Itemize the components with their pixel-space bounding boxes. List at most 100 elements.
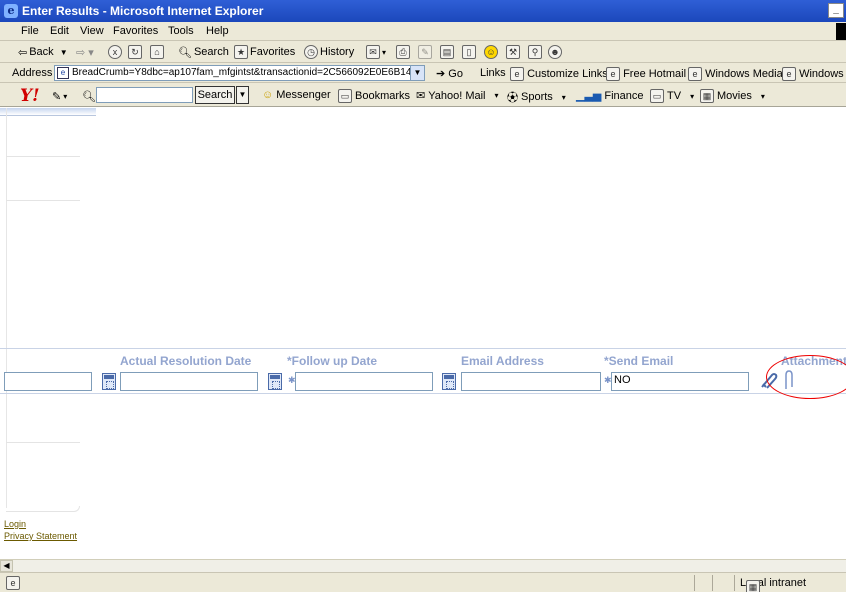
horizontal-scrollbar[interactable]: ◀	[0, 559, 846, 572]
yahoo-messenger[interactable]: ☺ Messenger	[262, 89, 331, 101]
go-label: Go	[448, 68, 463, 80]
link-customize-links[interactable]: e Customize Links	[510, 67, 608, 81]
forward-button[interactable]: ⇨ ▾	[76, 44, 94, 60]
yahoo-bookmarks[interactable]: ▭ Bookmarks	[338, 89, 410, 103]
history-button[interactable]: ◷ History	[304, 44, 354, 60]
menu-view[interactable]: View	[80, 25, 104, 37]
calendar-icon[interactable]	[102, 373, 116, 390]
home-icon: ⌂	[150, 45, 164, 59]
calendar-icon[interactable]	[268, 373, 282, 390]
go-button[interactable]: ➔ Go	[436, 67, 463, 80]
follow-up-date-field[interactable]	[295, 372, 433, 391]
yahoo-messenger-button[interactable]: ☺	[484, 44, 498, 60]
yahoo-movies[interactable]: ▦ Movies ▾	[700, 89, 765, 103]
annotation-red-circle	[766, 355, 846, 399]
email-address-field[interactable]	[461, 372, 601, 391]
edit-button[interactable]: ✎	[418, 44, 432, 60]
search-label: Search	[193, 46, 229, 58]
menu-bar: File Edit View Favorites Tools Help	[0, 22, 846, 41]
research-icon: ▯	[462, 45, 476, 59]
sidebar-panel-end	[6, 506, 80, 512]
menu-favorites[interactable]: Favorites	[113, 25, 158, 37]
history-label: History	[320, 46, 355, 58]
refresh-button[interactable]: ↻	[128, 44, 142, 60]
print-icon: ⎙	[396, 45, 410, 59]
search-button[interactable]: 🔍︎ Search	[178, 44, 229, 60]
window-title: Enter Results - Microsoft Internet Explo…	[22, 4, 264, 18]
status-divider	[712, 575, 713, 591]
link-label: Windows	[799, 68, 844, 80]
link-free-hotmail[interactable]: e Free Hotmail	[606, 67, 686, 81]
yahoo-search-button[interactable]: Search	[195, 86, 235, 104]
address-input[interactable]: e BreadCrumb=Y8dbc=ap107fam_mfgintst&tra…	[54, 65, 425, 81]
back-button[interactable]: ⇦ Back ▼	[18, 44, 68, 60]
calendar-icon[interactable]	[442, 373, 456, 390]
throbber-edge	[836, 23, 846, 40]
ball-icon: ⚽︎	[507, 92, 518, 104]
home-button[interactable]: ⌂	[150, 44, 164, 60]
film-icon: ▦	[700, 89, 714, 103]
search-icon: 🔍︎	[178, 46, 192, 59]
menu-help[interactable]: Help	[206, 25, 229, 37]
scroll-left-icon[interactable]: ◀	[0, 560, 13, 572]
link-windows[interactable]: e Windows	[782, 67, 844, 81]
address-bar: Address e BreadCrumb=Y8dbc=ap107fam_mfgi…	[0, 63, 846, 83]
link-label: Free Hotmail	[623, 68, 687, 80]
link-page-icon: e	[782, 67, 796, 81]
link-page-icon: e	[510, 67, 524, 81]
stop-button[interactable]: x	[108, 44, 122, 60]
yahoo-search-dropdown[interactable]: ▼	[236, 86, 249, 104]
send-email-label: *Send Email	[604, 354, 674, 368]
standard-toolbar: ⇦ Back ▼ ⇨ ▾ x ↻ ⌂ 🔍︎ Search ★ Favorites…	[0, 41, 846, 63]
chart-icon: ▁▃▅	[576, 90, 602, 102]
page-status-icon: e	[6, 576, 20, 590]
link-windows-media[interactable]: e Windows Media	[688, 67, 783, 81]
actual-resolution-date-label: Actual Resolution Date	[120, 354, 252, 368]
links-label: Links	[480, 67, 506, 79]
previous-date-field[interactable]	[4, 372, 92, 391]
yahoo-finance[interactable]: ▁▃▅Finance▾	[576, 89, 657, 103]
login-link[interactable]: Login	[4, 518, 77, 530]
yahoo-item-label: Yahoo! Mail	[428, 89, 486, 102]
highlighter-button[interactable]: ✎ ▾	[52, 88, 67, 104]
link-label: Windows Media	[705, 68, 783, 80]
sidebar-divider	[6, 442, 80, 443]
address-dropdown-button[interactable]: ▼	[410, 65, 425, 81]
send-email-field[interactable]: NO	[611, 372, 749, 391]
yahoo-sports[interactable]: ⚽︎ Sports ▾	[507, 89, 566, 105]
tools-button[interactable]: ⚒	[506, 44, 520, 60]
mail-icon: ✉	[366, 45, 380, 59]
yahoo-tv[interactable]: ▭ TV ▾	[650, 89, 694, 103]
yahoo-logo[interactable]: Y!	[20, 86, 40, 106]
user-button[interactable]: ☻	[548, 44, 562, 60]
actual-resolution-date-field[interactable]	[120, 372, 258, 391]
address-url: BreadCrumb=Y8dbc=ap107fam_mfgintst&trans…	[72, 67, 417, 78]
back-arrow-icon: ⇦	[18, 46, 28, 59]
yahoo-item-label: Sports	[521, 91, 553, 103]
follow-up-date-label: *Follow up Date	[287, 354, 377, 368]
yahoo-toolbar: Y! ✎ ▾ 🔍︎ Search ▼ ☺ Messenger ▭ Bookmarks …	[0, 83, 846, 107]
research-button[interactable]: ▯	[462, 44, 476, 60]
stop-icon: x	[108, 45, 122, 59]
mail-button[interactable]: ✉ ▾	[366, 44, 386, 60]
minimize-button[interactable]: _	[828, 3, 844, 18]
yahoo-mail[interactable]: ✉ Yahoo! Mail ▾	[416, 89, 499, 103]
yahoo-item-label: Finance	[604, 89, 644, 102]
left-rule	[6, 108, 7, 508]
sidebar-divider	[6, 156, 80, 157]
print-button[interactable]: ⎙	[396, 44, 410, 60]
privacy-statement-link[interactable]: Privacy Statement	[4, 530, 77, 542]
status-divider	[734, 575, 735, 591]
forward-arrow-icon: ⇨ ▾	[76, 46, 94, 59]
favorites-button[interactable]: ★ Favorites	[234, 44, 295, 60]
email-address-label: Email Address	[461, 354, 544, 368]
menu-file[interactable]: File	[21, 25, 39, 37]
page-content: Actual Resolution Date *Follow up Date E…	[0, 108, 846, 559]
smiley-icon: ☺	[262, 89, 274, 101]
yahoo-search-input[interactable]	[96, 87, 193, 103]
menu-tools[interactable]: Tools	[168, 25, 194, 37]
discuss-button[interactable]: ▤	[440, 44, 454, 60]
back-label: Back	[29, 46, 54, 58]
translate-button[interactable]: ⚲	[528, 44, 542, 60]
menu-edit[interactable]: Edit	[50, 25, 69, 37]
